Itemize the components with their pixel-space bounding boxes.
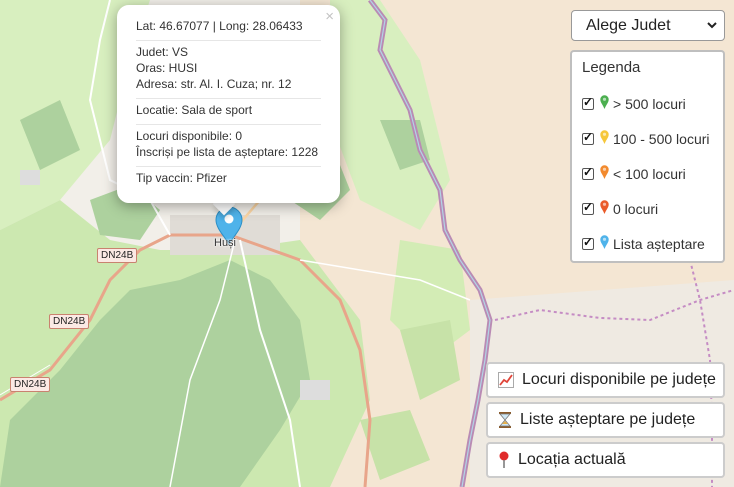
popup-judet: Judet: VS bbox=[136, 45, 189, 59]
legend-item[interactable]: 0 locuri bbox=[582, 191, 723, 226]
legend-item-label: Lista așteptare bbox=[613, 235, 705, 252]
road-label: DN24B bbox=[97, 248, 138, 263]
legend-checkbox[interactable] bbox=[582, 130, 594, 145]
legend-checkbox[interactable] bbox=[582, 95, 594, 110]
map-pin-icon bbox=[600, 165, 609, 182]
popup-inscrisi: Înscriși pe lista de așteptare: 1228 bbox=[136, 145, 319, 159]
popup-vaccine-section: Tip vaccin: Pfizer bbox=[136, 167, 321, 192]
popup-location-section: Locatie: Sala de sport bbox=[136, 99, 321, 125]
town-label: Huși bbox=[214, 237, 237, 249]
chart-icon bbox=[498, 372, 514, 388]
popup-address-section: Judet: VS Oras: HUSI Adresa: str. Al. I.… bbox=[136, 41, 321, 99]
legend-item[interactable]: < 100 locuri bbox=[582, 156, 723, 191]
popup-oras: Oras: HUSI bbox=[136, 61, 198, 75]
pushpin-icon bbox=[498, 451, 510, 469]
waiting-lists-label: Liste așteptare pe județe bbox=[520, 411, 696, 428]
legend-item-label: 0 locuri bbox=[613, 200, 659, 217]
legend-checkbox[interactable] bbox=[582, 165, 594, 180]
map-pin-icon bbox=[600, 130, 609, 147]
current-location-label: Locația actuală bbox=[518, 451, 626, 468]
location-popup: × Lat: 46.67077 | Long: 28.06433 Judet: … bbox=[117, 5, 340, 203]
legend-item[interactable]: > 500 locuri bbox=[582, 86, 723, 121]
waiting-lists-by-county-button[interactable]: Liste așteptare pe județe bbox=[486, 402, 725, 438]
close-icon[interactable]: × bbox=[325, 7, 334, 27]
available-seats-label: Locuri disponibile pe județe bbox=[522, 371, 716, 388]
county-select-value: Alege Judet bbox=[586, 16, 671, 34]
map-pin-icon bbox=[600, 235, 609, 252]
county-select[interactable]: Alege Judet bbox=[571, 10, 725, 41]
legend-item[interactable]: 100 - 500 locuri bbox=[582, 121, 723, 156]
legend-title: Legenda bbox=[582, 59, 641, 76]
road-label: DN24B bbox=[10, 377, 51, 392]
map-pin-icon bbox=[600, 200, 609, 217]
map-pin-icon bbox=[600, 95, 609, 112]
popup-locuri: Locuri disponibile: 0 bbox=[136, 129, 243, 143]
legend-item[interactable]: Lista așteptare bbox=[582, 226, 723, 261]
popup-adresa: Adresa: str. Al. I. Cuza; nr. 12 bbox=[136, 77, 292, 91]
legend-item-label: < 100 locuri bbox=[613, 165, 686, 182]
current-location-button[interactable]: Locația actuală bbox=[486, 442, 725, 478]
popup-coords: Lat: 46.67077 | Long: 28.06433 bbox=[136, 19, 303, 33]
popup-vaccin: Tip vaccin: Pfizer bbox=[136, 171, 227, 185]
popup-availability-section: Locuri disponibile: 0 Înscriși pe lista … bbox=[136, 125, 321, 167]
popup-locatie: Locatie: Sala de sport bbox=[136, 103, 253, 117]
road-label: DN24B bbox=[49, 314, 90, 329]
popup-coords-section: Lat: 46.67077 | Long: 28.06433 bbox=[136, 15, 321, 41]
legend-item-label: > 500 locuri bbox=[613, 95, 686, 112]
legend-panel: Legenda > 500 locuri 100 - 500 locuri < 10… bbox=[570, 50, 725, 263]
legend-item-label: 100 - 500 locuri bbox=[613, 130, 710, 147]
legend-checkbox[interactable] bbox=[582, 200, 594, 215]
hourglass-icon bbox=[498, 412, 512, 428]
chevron-down-icon bbox=[706, 19, 718, 34]
available-seats-by-county-button[interactable]: Locuri disponibile pe județe bbox=[486, 362, 725, 398]
legend-checkbox[interactable] bbox=[582, 235, 594, 250]
